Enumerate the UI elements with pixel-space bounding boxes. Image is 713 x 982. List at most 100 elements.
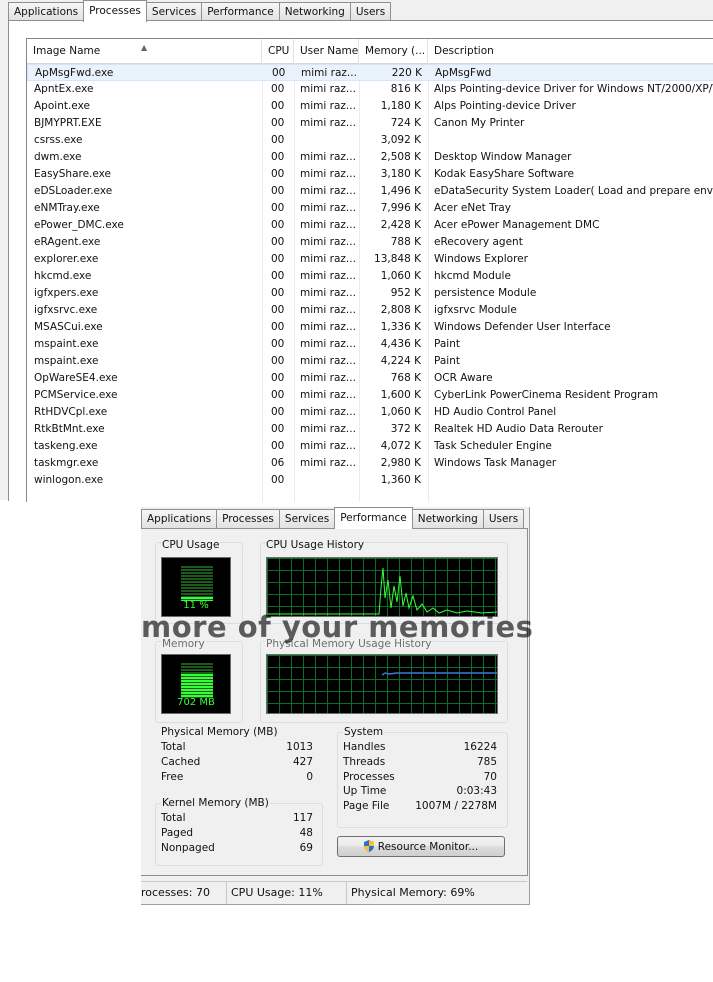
table-row[interactable]: OpWareSE4.exe 00 mimi raz... 768 K OCR Aware [27,370,713,387]
process-memory: 952 K [390,287,421,299]
table-row[interactable]: mspaint.exe 00 mimi raz... 4,436 K Paint [27,336,713,353]
process-name: ePower_DMC.exe [34,219,124,231]
phys-history-plot [381,672,497,676]
cpu-history-graph [266,557,498,617]
tab-networking[interactable]: Networking [411,509,484,528]
table-row[interactable]: MSASCui.exe 00 mimi raz... 1,336 K Windows D… [27,319,713,336]
table-row[interactable]: ApMsgFwd.exe 00 mimi raz... 220 K ApMsgFwd [27,64,713,81]
process-name: explorer.exe [34,253,99,265]
process-memory: 1,336 K [380,321,421,333]
table-row[interactable]: ApntEx.exe 00 mimi raz... 816 K Alps Pointin… [27,81,713,98]
table-row[interactable]: igfxpers.exe 00 mimi raz... 952 K persistenc… [27,285,713,302]
tab-processes[interactable]: Processes [83,0,147,22]
stat-key: Up Time [343,785,387,797]
process-name: mspaint.exe [34,355,99,367]
table-row[interactable]: dwm.exe 00 mimi raz... 2,508 K Desktop Windo… [27,149,713,166]
tab-networking[interactable]: Networking [278,2,351,21]
tab-services[interactable]: Services [278,509,336,528]
stat-value: 48 [299,827,313,839]
memory-label: Memory [161,638,206,650]
tab-users[interactable]: Users [349,2,392,21]
table-row[interactable]: EasyShare.exe 00 mimi raz... 3,180 K Kodak E… [27,166,713,183]
table-row[interactable]: RtkBtMnt.exe 00 mimi raz... 372 K Realtek HD… [27,421,713,438]
process-memory: 3,092 K [380,134,421,146]
stat-value: 16224 [463,741,497,753]
table-row[interactable]: igfxsrvc.exe 00 mimi raz... 2,808 K igfxsrvc… [27,302,713,319]
resource-monitor-label: Resource Monitor... [377,841,479,853]
column-header-user-name[interactable]: User Name [294,39,359,63]
process-memory: 2,980 K [380,457,421,469]
tab-users[interactable]: Users [482,509,525,528]
process-cpu: 00 [271,134,285,146]
table-row[interactable]: hkcmd.exe 00 mimi raz... 1,060 K hkcmd Modul… [27,268,713,285]
resource-monitor-button[interactable]: Resource Monitor... [337,836,505,857]
performance-panel: CPU Usage 11 % CPU Usage History Memory … [141,528,533,876]
process-memory: 1,496 K [380,185,421,197]
process-cpu: 00 [271,372,285,384]
process-description: CyberLink PowerCinema Resident Program [434,389,659,401]
tab-performance[interactable]: Performance [201,2,280,21]
process-description: Alps Pointing-device Driver for Windows … [434,83,713,95]
table-row[interactable]: taskmgr.exe 06 mimi raz... 2,980 K Windows T… [27,455,713,472]
tab-performance[interactable]: Performance [334,507,413,529]
kernel-memory-nonpaged: Nonpaged 69 [161,842,313,856]
table-row[interactable]: Apoint.exe 00 mimi raz... 1,180 K Alps Point… [27,98,713,115]
table-row[interactable]: mspaint.exe 00 mimi raz... 4,224 K Paint [27,353,713,370]
stat-value: 1013 [286,741,313,753]
table-row[interactable]: taskeng.exe 00 mimi raz... 4,072 K Task Sche… [27,438,713,455]
process-memory: 788 K [390,236,421,248]
process-cpu: 00 [271,236,285,248]
process-name: winlogon.exe [34,474,104,486]
process-cpu: 00 [272,67,286,79]
process-cpu: 00 [271,253,285,265]
process-cpu: 00 [271,117,285,129]
tab-processes[interactable]: Processes [216,509,280,528]
stat-key: Total [161,812,186,824]
tab-applications[interactable]: Applications [141,509,218,528]
column-header-description[interactable]: Description [428,39,713,63]
table-row[interactable]: eNMTray.exe 00 mimi raz... 7,996 K Acer eNet… [27,200,713,217]
process-description: Windows Task Manager [434,457,557,469]
process-description: Realtek HD Audio Data Rerouter [434,423,603,435]
status-bar: rocesses: 70 CPU Usage: 11% Physical Mem… [141,881,527,904]
task-manager-performance-window: Applications Processes Services Performa… [141,507,533,905]
table-row[interactable]: BJMYPRT.EXE 00 mimi raz... 724 K Canon My Pr… [27,115,713,132]
cpu-usage-label: CPU Usage [161,539,221,551]
process-description: Acer ePower Management DMC [434,219,600,231]
process-user: mimi raz... [300,406,356,418]
process-list[interactable]: Image Name ▲ CPU User Name Memory (... D… [26,38,713,502]
process-name: mspaint.exe [34,338,99,350]
system-processes: Processes 70 [343,771,497,785]
tab-applications[interactable]: Applications [8,2,85,21]
physical-memory-title: Physical Memory (MB) [161,726,278,738]
tab-strip: Applications Processes Services Performa… [141,507,525,529]
process-description: Paint [434,355,460,367]
tab-strip: Applications Processes Services Performa… [8,0,392,22]
column-header-cpu[interactable]: CPU [262,39,294,63]
memory-meter-bars [181,663,213,698]
process-memory: 7,996 K [380,202,421,214]
table-row[interactable]: csrss.exe 00 3,092 K [27,132,713,149]
table-row[interactable]: explorer.exe 00 mimi raz... 13,848 K Windows… [27,251,713,268]
process-description: Windows Explorer [434,253,528,265]
kernel-memory-title: Kernel Memory (MB) [161,797,270,809]
cpu-history-line [267,567,497,615]
column-header-memory[interactable]: Memory (... [359,39,428,63]
physical-memory-total: Total 1013 [161,741,313,755]
table-row[interactable]: eRAgent.exe 00 mimi raz... 788 K eRecovery a… [27,234,713,251]
process-memory: 2,428 K [380,219,421,231]
process-cpu: 00 [271,338,285,350]
table-row[interactable]: eDSLoader.exe 00 mimi raz... 1,496 K eDataSe… [27,183,713,200]
column-header-image-name[interactable]: Image Name ▲ [27,39,262,63]
system-title: System [343,726,385,738]
process-cpu: 00 [271,474,285,486]
table-row[interactable]: ePower_DMC.exe 00 mimi raz... 2,428 K Acer e… [27,217,713,234]
table-row[interactable]: winlogon.exe 00 1,360 K [27,472,713,489]
table-row[interactable]: RtHDVCpl.exe 00 mimi raz... 1,060 K HD Audio… [27,404,713,421]
tab-services[interactable]: Services [145,2,203,21]
status-physical-memory: Physical Memory: 69% [351,886,475,899]
stat-value: 0 [306,771,313,783]
table-row[interactable]: PCMService.exe 00 mimi raz... 1,600 K CyberL… [27,387,713,404]
process-name: igfxpers.exe [34,287,99,299]
process-memory: 372 K [390,423,421,435]
